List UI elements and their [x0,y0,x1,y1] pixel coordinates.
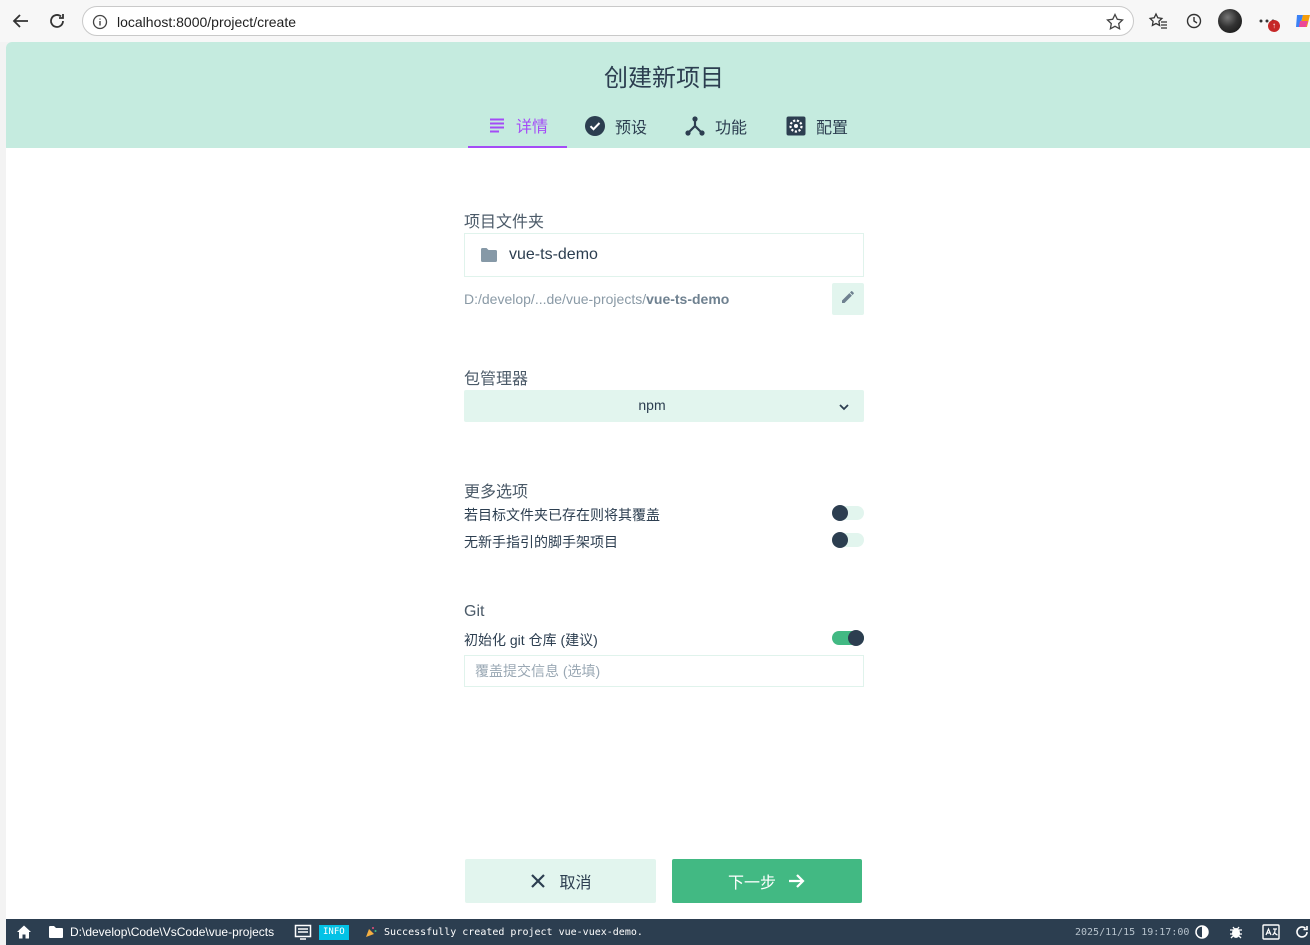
arrow-right-icon [786,871,806,891]
next-label: 下一步 [727,875,776,892]
overwrite-option-label: 若目标文件夹已存在则将其覆盖 [464,507,660,523]
favorites-icon[interactable] [1145,8,1171,34]
toggle-knob [832,532,848,548]
folder-path-name: vue-ts-demo [646,291,730,307]
tab-label: 详情 [516,119,549,136]
tab-label: 功能 [715,120,748,137]
back-icon[interactable] [8,8,34,34]
refresh-icon[interactable] [1294,924,1310,945]
page-header: 创建新项目 详情 预设 功能 配置 [6,42,1310,148]
folder-label: 项目文件夹 [464,214,545,231]
browser-toolbar: localhost:8000/project/create ↑ [0,0,1310,42]
bare-scaffold-toggle[interactable] [832,532,864,548]
folder-icon[interactable] [48,925,64,944]
check-circle-icon [584,115,606,137]
log-icon[interactable] [294,924,312,945]
bare-scaffold-option: 无新手指引的脚手架项目 [464,530,864,550]
git-label: Git [464,603,485,620]
tab-config[interactable]: 配置 [766,104,867,148]
update-badge-icon: ↑ [1268,20,1280,32]
address-bar[interactable]: localhost:8000/project/create [82,6,1134,36]
fork-icon [684,115,706,137]
favorite-star-icon[interactable] [1105,12,1125,37]
package-manager-select[interactable]: npm [464,390,864,422]
git-init-toggle[interactable] [832,630,864,646]
translate-icon[interactable] [1262,924,1280,945]
log-level-badge: INFO [319,925,349,940]
tab-details[interactable]: 详情 [468,104,568,148]
settings-icon [785,115,807,137]
close-icon [529,872,547,890]
bare-scaffold-option-label: 无新手指引的脚手架项目 [464,534,618,550]
tab-label: 配置 [816,120,849,137]
tab-features[interactable]: 功能 [665,104,766,148]
commit-message-input[interactable] [464,655,864,687]
next-button[interactable]: 下一步 [672,859,862,903]
folder-path-prefix: D:/develop/...de/vue-projects/ [464,291,647,307]
cancel-label: 取消 [559,875,592,892]
site-info-icon[interactable] [92,14,108,35]
bug-icon[interactable] [1228,924,1244,945]
dark-mode-icon[interactable] [1194,924,1210,945]
package-manager-value: npm [638,397,666,413]
pencil-icon [840,289,856,310]
status-path[interactable]: D:\develop\Code\VsCode\vue-projects [70,925,274,939]
home-icon[interactable] [16,924,32,945]
project-create-app: 创建新项目 详情 预设 功能 配置 项目文件夹 vue-ts-demo D:/d… [6,42,1310,919]
copilot-icon[interactable] [1290,8,1310,34]
url-text: localhost:8000/project/create [117,14,296,30]
more-options-label: 更多选项 [464,484,529,501]
list-icon [487,115,507,135]
toggle-knob [832,505,848,521]
folder-path: D:/develop/...de/vue-projects/vue-ts-dem… [464,291,729,307]
status-timestamp: 2025/11/15 19:17:00 [1075,927,1190,938]
chevron-down-icon [838,400,850,418]
folder-field[interactable]: vue-ts-demo [464,233,864,277]
history-icon[interactable] [1181,8,1207,34]
git-init-label: 初始化 git 仓库 (建议) [464,632,598,648]
edit-path-button[interactable] [832,283,864,315]
tab-presets[interactable]: 预设 [567,104,665,148]
overwrite-option: 若目标文件夹已存在则将其覆盖 [464,503,864,523]
profile-avatar[interactable] [1218,9,1242,33]
step-tabs: 详情 预设 功能 配置 [468,104,867,148]
reload-icon[interactable] [44,8,70,34]
status-bar: D:\develop\Code\VsCode\vue-projects INFO… [6,919,1310,945]
party-icon [365,926,377,941]
git-init-option: 初始化 git 仓库 (建议) [464,628,864,648]
folder-value: vue-ts-demo [509,246,598,263]
package-manager-label: 包管理器 [464,371,529,388]
toggle-knob [848,630,864,646]
cancel-button[interactable]: 取消 [465,859,656,903]
page-title: 创建新项目 [604,65,724,92]
folder-icon [480,247,498,268]
status-message: Successfully created project vue-vuex-de… [384,927,643,938]
overwrite-toggle[interactable] [832,505,864,521]
tab-label: 预设 [615,120,648,137]
